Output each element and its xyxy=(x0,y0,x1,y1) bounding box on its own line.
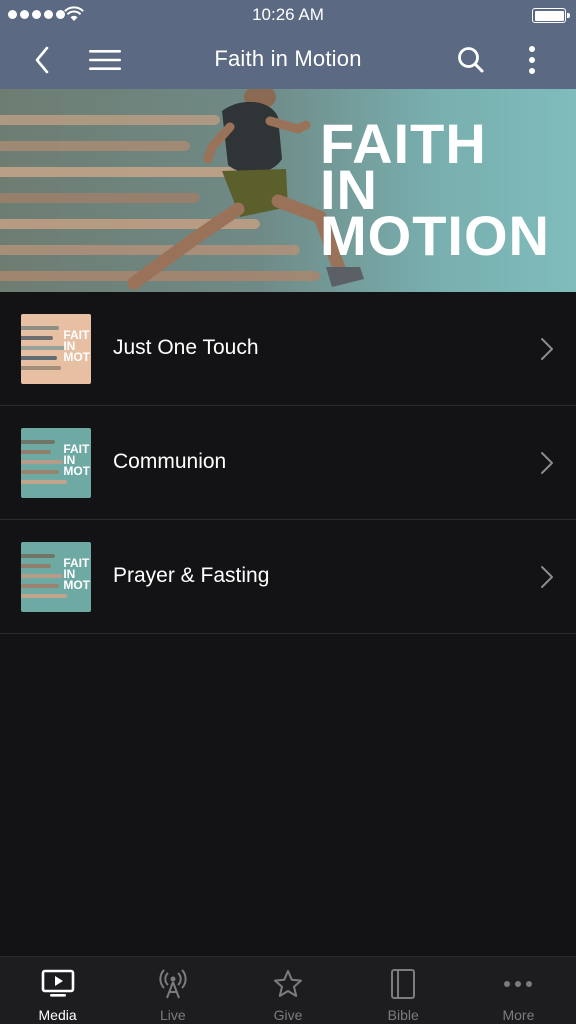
list-item[interactable]: FAIT IN MOT Communion xyxy=(0,406,576,520)
series-banner: FAITH IN MOTION xyxy=(0,89,576,292)
tab-label: Media xyxy=(38,1007,77,1023)
media-icon xyxy=(41,969,74,997)
more-options-button[interactable] xyxy=(512,40,552,80)
banner-word: MOTION xyxy=(320,204,550,267)
status-time: 10:26 AM xyxy=(252,5,324,24)
chevron-right-icon xyxy=(541,452,553,474)
chevron-right-icon xyxy=(541,338,553,360)
list-item[interactable]: FAIT IN MOT Just One Touch xyxy=(0,292,576,406)
item-title: Communion xyxy=(113,450,227,473)
vertical-dots-icon xyxy=(529,46,535,74)
item-title: Prayer & Fasting xyxy=(113,564,270,587)
broadcast-icon xyxy=(159,969,187,999)
search-button[interactable] xyxy=(451,40,491,80)
item-thumbnail: FAIT IN MOT xyxy=(21,428,91,498)
item-title: Just One Touch xyxy=(113,336,259,359)
tab-bible[interactable]: Bible xyxy=(346,957,461,1024)
more-dots-icon xyxy=(504,981,533,987)
tab-more[interactable]: More xyxy=(461,957,576,1024)
tab-label: More xyxy=(502,1007,535,1023)
navigation-bar: Faith in Motion xyxy=(0,30,576,89)
media-list: FAIT IN MOT Just One Touch FAIT IN MOT Commu… xyxy=(0,292,576,634)
item-thumbnail: FAIT IN MOT xyxy=(21,542,91,612)
tab-media[interactable]: Media xyxy=(0,957,115,1024)
star-icon xyxy=(274,970,302,997)
app-header: 10:26 AM Faith in Motion xyxy=(0,0,576,89)
tab-label: Bible xyxy=(387,1007,419,1023)
search-icon xyxy=(458,47,484,73)
tab-bar: Media Live Give Bible More xyxy=(0,956,576,1024)
tab-label: Give xyxy=(273,1007,303,1023)
list-item[interactable]: FAIT IN MOT Prayer & Fasting xyxy=(0,520,576,634)
battery-icon xyxy=(532,8,570,23)
tab-live[interactable]: Live xyxy=(115,957,230,1024)
item-thumbnail: FAIT IN MOT xyxy=(21,314,91,384)
tab-give[interactable]: Give xyxy=(230,957,345,1024)
chevron-right-icon xyxy=(541,566,553,588)
tab-label: Live xyxy=(159,1007,186,1023)
book-icon xyxy=(391,969,416,999)
status-bar: 10:26 AM xyxy=(0,0,576,30)
